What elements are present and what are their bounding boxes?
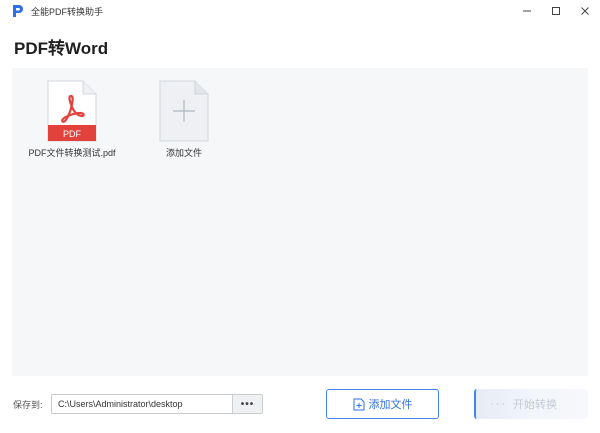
window-title: 全能PDF转换助手 [31, 7, 104, 17]
convert-button-label: 开始转换 [513, 399, 557, 411]
add-file-button-label: 添加文件 [368, 399, 413, 411]
minimize-button[interactable] [516, 2, 538, 20]
file-card-pdf[interactable]: PDF PDF文件转换测试.pdf [24, 80, 120, 159]
close-icon [581, 7, 589, 15]
title-bar: 全能PDF转换助手 [0, 0, 600, 22]
close-button[interactable] [574, 2, 596, 20]
minimize-icon [523, 10, 531, 12]
save-to-label: 保存到: [13, 400, 43, 410]
convert-button-dots: ··· [490, 398, 507, 410]
save-path-input[interactable] [52, 395, 234, 413]
maximize-icon [552, 7, 560, 15]
maximize-button[interactable] [545, 2, 567, 20]
app-logo-icon [13, 5, 23, 17]
save-path-box: ••• [51, 394, 263, 414]
pdf-badge-label: PDF [63, 129, 82, 139]
page-title: PDF转Word [14, 39, 109, 58]
file-name: PDF文件转换测试.pdf [28, 148, 116, 158]
add-file-icon [353, 398, 364, 410]
add-file-card[interactable]: 添加文件 [136, 80, 232, 159]
plus-file-icon [159, 80, 209, 142]
start-convert-button[interactable]: ··· 开始转换 [474, 389, 588, 419]
file-workspace[interactable]: PDF PDF文件转换测试.pdf 添加文件 [12, 68, 588, 376]
browse-button[interactable]: ••• [232, 395, 262, 413]
pdf-file-icon: PDF [47, 80, 97, 142]
add-file-label: 添加文件 [165, 148, 202, 158]
add-file-button[interactable]: 添加文件 [326, 389, 439, 419]
